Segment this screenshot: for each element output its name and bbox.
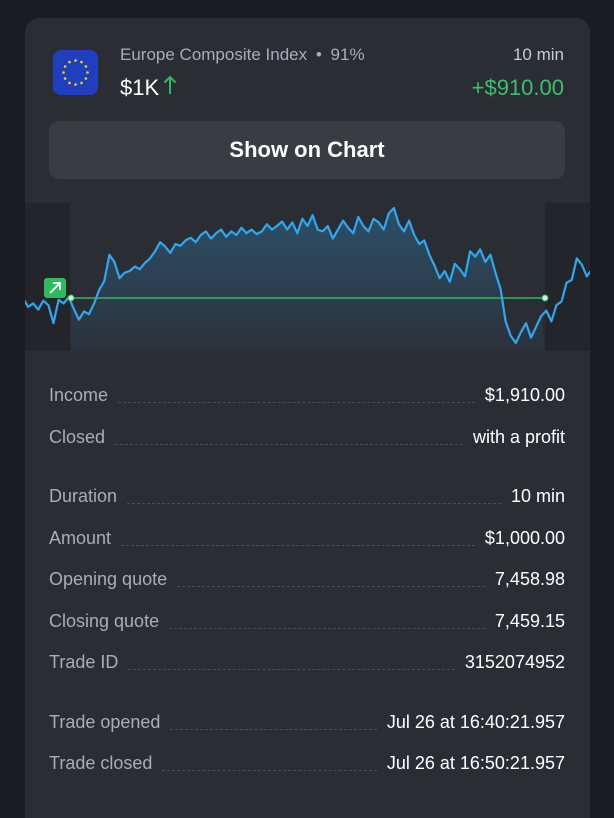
chart-post-trade-zone bbox=[545, 203, 590, 351]
separator-dot: • bbox=[315, 45, 322, 64]
trade-profit: +$910.00 bbox=[471, 75, 564, 100]
flag-star bbox=[86, 71, 89, 74]
detail-row: Trade closed Jul 26 at 16:50:21.957 bbox=[49, 748, 565, 774]
detail-value: 10 min bbox=[510, 486, 565, 506]
detail-label: Closing quote bbox=[49, 611, 160, 631]
price-chart bbox=[25, 203, 590, 351]
open-point-marker bbox=[67, 294, 75, 302]
chart-pre-trade-zone bbox=[25, 203, 70, 351]
detail-label: Duration bbox=[49, 486, 118, 506]
trade-duration: 10 min bbox=[512, 45, 564, 64]
detail-value: Jul 26 at 16:40:21.957 bbox=[386, 712, 565, 732]
asset-name: Europe Composite Index bbox=[120, 45, 308, 64]
detail-row: Income $1,910.00 bbox=[49, 380, 565, 406]
detail-row: Closed with a profit bbox=[49, 422, 565, 448]
detail-row: Duration 10 min bbox=[49, 481, 565, 507]
detail-row: Closing quote 7,459.15 bbox=[49, 606, 565, 632]
flag-star bbox=[74, 59, 77, 62]
detail-value: 7,459.15 bbox=[494, 611, 565, 631]
entry-arrow-icon bbox=[44, 278, 66, 298]
trade-amount: $1K bbox=[120, 75, 177, 101]
detail-row: Trade opened Jul 26 at 16:40:21.957 bbox=[49, 707, 565, 733]
detail-value: $1,000.00 bbox=[484, 528, 565, 548]
detail-label: Opening quote bbox=[49, 569, 168, 589]
dotted-leader bbox=[127, 503, 501, 504]
detail-row: Trade ID 3152074952 bbox=[49, 647, 565, 673]
detail-value: with a profit bbox=[472, 427, 565, 447]
dotted-leader bbox=[169, 628, 485, 629]
detail-label: Trade closed bbox=[49, 753, 153, 773]
dotted-leader bbox=[128, 669, 455, 670]
detail-label: Income bbox=[49, 385, 109, 405]
flag-star bbox=[68, 81, 71, 85]
detail-label: Closed bbox=[49, 427, 106, 447]
detail-label: Trade ID bbox=[49, 652, 119, 672]
flag-star bbox=[63, 65, 67, 68]
flag-star bbox=[74, 83, 77, 86]
trade-card: Europe Composite Index • 91% $1K 10 min … bbox=[25, 18, 590, 818]
close-point-marker bbox=[541, 294, 549, 302]
trade-header: Europe Composite Index • 91% $1K 10 min … bbox=[25, 18, 590, 118]
dotted-leader bbox=[115, 444, 463, 445]
detail-label: Trade opened bbox=[49, 712, 161, 732]
flag-star bbox=[84, 77, 88, 80]
detail-value[interactable]: 3152074952 bbox=[465, 652, 565, 673]
flag-star bbox=[62, 71, 65, 74]
flag-star bbox=[84, 65, 88, 68]
flag-star bbox=[80, 60, 83, 64]
arrow-up-icon bbox=[163, 75, 177, 101]
eu-flag-icon bbox=[53, 50, 98, 95]
detail-value: 7,458.98 bbox=[494, 569, 565, 589]
detail-value: $1,910.00 bbox=[484, 385, 565, 405]
detail-label: Amount bbox=[49, 528, 112, 548]
amount-value: $1K bbox=[120, 75, 160, 100]
flag-star bbox=[68, 60, 71, 64]
detail-row: Opening quote 7,458.98 bbox=[49, 564, 565, 590]
dotted-leader bbox=[162, 770, 377, 771]
detail-value: Jul 26 at 16:50:21.957 bbox=[386, 753, 565, 773]
asset-title: Europe Composite Index • 91% bbox=[120, 45, 365, 65]
flag-star bbox=[63, 77, 67, 80]
detail-row: Amount $1,000.00 bbox=[49, 523, 565, 549]
dotted-leader bbox=[177, 586, 485, 587]
flag-star bbox=[80, 81, 83, 85]
show-on-chart-button[interactable]: Show on Chart bbox=[49, 121, 565, 179]
dotted-leader bbox=[118, 402, 475, 403]
dotted-leader bbox=[121, 545, 475, 546]
payout-percent: 91% bbox=[330, 45, 365, 64]
dotted-leader bbox=[170, 729, 377, 730]
